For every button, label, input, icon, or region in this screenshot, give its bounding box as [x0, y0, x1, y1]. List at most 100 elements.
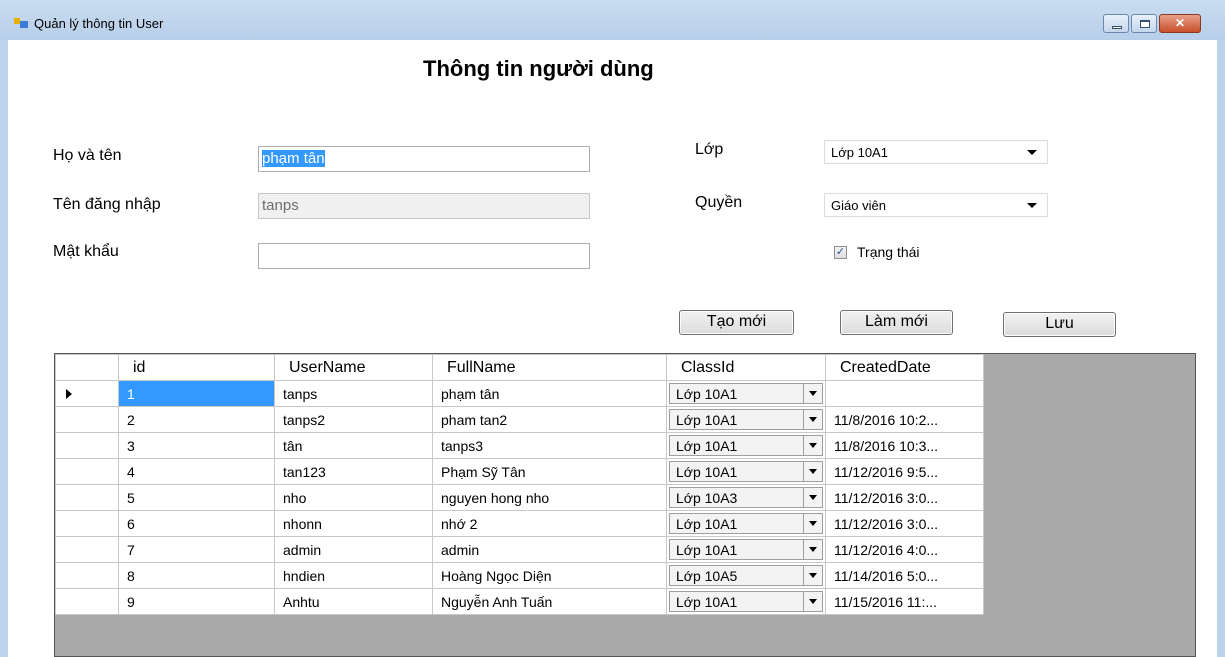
- classid-dropdown[interactable]: Lớp 10A5: [669, 565, 823, 586]
- close-icon: ✕: [1174, 16, 1186, 30]
- chevron-down-icon: [809, 521, 817, 526]
- classid-value: Lớp 10A1: [676, 516, 738, 532]
- column-header-createddate[interactable]: CreatedDate: [825, 354, 984, 381]
- classid-dropdown[interactable]: Lớp 10A1: [669, 461, 823, 482]
- row-header-corner: [55, 354, 119, 381]
- table-row[interactable]: 3 tân tanps3 Lớp 10A1 11/8/2016 10:3...: [55, 432, 984, 459]
- cell-classid[interactable]: Lớp 10A1: [666, 510, 826, 537]
- cell-username[interactable]: tân: [274, 432, 433, 459]
- cell-fullname[interactable]: phạm tân: [432, 380, 667, 407]
- cell-fullname[interactable]: pham tan2: [432, 406, 667, 433]
- row-header[interactable]: [55, 510, 119, 537]
- cell-createddate[interactable]: [825, 380, 984, 407]
- class-select[interactable]: Lớp 10A1: [824, 140, 1048, 164]
- cell-createddate[interactable]: 11/8/2016 10:3...: [825, 432, 984, 459]
- cell-id[interactable]: 5: [118, 484, 275, 511]
- cell-id[interactable]: 6: [118, 510, 275, 537]
- close-button[interactable]: ✕: [1159, 14, 1201, 33]
- column-header-classid[interactable]: ClassId: [666, 354, 826, 381]
- row-header[interactable]: [55, 484, 119, 511]
- users-data-grid[interactable]: id UserName FullName ClassId CreatedDate…: [54, 353, 1196, 657]
- table-row[interactable]: 7 admin admin Lớp 10A1 11/12/2016 4:0...: [55, 536, 984, 563]
- cell-id[interactable]: 4: [118, 458, 275, 485]
- cell-id[interactable]: 7: [118, 536, 275, 563]
- cell-createddate[interactable]: 11/14/2016 5:0...: [825, 562, 984, 589]
- cell-createddate[interactable]: 11/8/2016 10:2...: [825, 406, 984, 433]
- create-button[interactable]: Tạo mới: [679, 310, 794, 335]
- cell-username[interactable]: tan123: [274, 458, 433, 485]
- column-header-fullname[interactable]: FullName: [432, 354, 667, 381]
- cell-createddate[interactable]: 11/12/2016 9:5...: [825, 458, 984, 485]
- form-client-area: Thông tin người dùng Họ và tên phạm tân …: [8, 40, 1217, 657]
- cell-username[interactable]: hndien: [274, 562, 433, 589]
- cell-fullname[interactable]: admin: [432, 536, 667, 563]
- column-header-username[interactable]: UserName: [274, 354, 433, 381]
- cell-username[interactable]: Anhtu: [274, 588, 433, 615]
- cell-username[interactable]: nhonn: [274, 510, 433, 537]
- classid-dropdown[interactable]: Lớp 10A3: [669, 487, 823, 508]
- classid-dropdown[interactable]: Lớp 10A1: [669, 383, 823, 404]
- cell-username[interactable]: nho: [274, 484, 433, 511]
- row-header[interactable]: [55, 588, 119, 615]
- save-button[interactable]: Lưu: [1003, 312, 1116, 337]
- status-checkbox[interactable]: ✓: [834, 246, 847, 259]
- cell-classid[interactable]: Lớp 10A1: [666, 380, 826, 407]
- role-select[interactable]: Giáo viên: [824, 193, 1048, 217]
- cell-id[interactable]: 2: [118, 406, 275, 433]
- cell-fullname[interactable]: nguyen hong nho: [432, 484, 667, 511]
- table-row[interactable]: 5 nho nguyen hong nho Lớp 10A3 11/12/201…: [55, 484, 984, 511]
- cell-createddate[interactable]: 11/15/2016 11:...: [825, 588, 984, 615]
- row-header[interactable]: [55, 406, 119, 433]
- cell-id[interactable]: 8: [118, 562, 275, 589]
- chevron-down-icon: [809, 469, 817, 474]
- cell-username[interactable]: admin: [274, 536, 433, 563]
- cell-classid[interactable]: Lớp 10A5: [666, 562, 826, 589]
- table-row[interactable]: 8 hndien Hoàng Ngọc Diện Lớp 10A5 11/14/…: [55, 562, 984, 589]
- table-row[interactable]: 4 tan123 Phạm Sỹ Tân Lớp 10A1 11/12/2016…: [55, 458, 984, 485]
- cell-classid[interactable]: Lớp 10A1: [666, 588, 826, 615]
- cell-id[interactable]: 9: [118, 588, 275, 615]
- role-label: Quyền: [695, 194, 743, 211]
- cell-fullname[interactable]: Hoàng Ngọc Diện: [432, 562, 667, 589]
- classid-dropdown[interactable]: Lớp 10A1: [669, 539, 823, 560]
- row-header[interactable]: [55, 562, 119, 589]
- cell-classid[interactable]: Lớp 10A1: [666, 406, 826, 433]
- cell-classid[interactable]: Lớp 10A1: [666, 458, 826, 485]
- row-header[interactable]: [55, 458, 119, 485]
- cell-fullname[interactable]: Nguyễn Anh Tuấn: [432, 588, 667, 615]
- maximize-button[interactable]: [1131, 14, 1157, 33]
- cell-fullname[interactable]: nhớ 2: [432, 510, 667, 537]
- maximize-icon: [1140, 20, 1150, 28]
- classid-dropdown[interactable]: Lớp 10A1: [669, 591, 823, 612]
- classid-dropdown[interactable]: Lớp 10A1: [669, 435, 823, 456]
- checkmark-icon: ✓: [835, 246, 846, 258]
- minimize-button[interactable]: [1103, 14, 1129, 33]
- row-header[interactable]: [55, 536, 119, 563]
- cell-username[interactable]: tanps: [274, 380, 433, 407]
- cell-createddate[interactable]: 11/12/2016 3:0...: [825, 484, 984, 511]
- cell-fullname[interactable]: Phạm Sỹ Tân: [432, 458, 667, 485]
- password-input[interactable]: [258, 243, 590, 269]
- title-bar[interactable]: Quản lý thông tin User ✕: [0, 0, 1225, 40]
- classid-dropdown[interactable]: Lớp 10A1: [669, 409, 823, 430]
- cell-id[interactable]: 3: [118, 432, 275, 459]
- classid-dropdown[interactable]: Lớp 10A1: [669, 513, 823, 534]
- cell-classid[interactable]: Lớp 10A3: [666, 484, 826, 511]
- cell-classid[interactable]: Lớp 10A1: [666, 432, 826, 459]
- cell-username[interactable]: tanps2: [274, 406, 433, 433]
- cell-id[interactable]: 1: [118, 380, 275, 407]
- cell-fullname[interactable]: tanps3: [432, 432, 667, 459]
- table-row[interactable]: 6 nhonn nhớ 2 Lớp 10A1 11/12/2016 3:0...: [55, 510, 984, 537]
- table-row[interactable]: 1 tanps phạm tân Lớp 10A1: [55, 380, 984, 407]
- cell-createddate[interactable]: 11/12/2016 4:0...: [825, 536, 984, 563]
- fullname-input[interactable]: phạm tân: [258, 146, 590, 172]
- role-select-value: Giáo viên: [831, 198, 886, 213]
- table-row[interactable]: 9 Anhtu Nguyễn Anh Tuấn Lớp 10A1 11/15/2…: [55, 588, 984, 615]
- cell-classid[interactable]: Lớp 10A1: [666, 536, 826, 563]
- cell-createddate[interactable]: 11/12/2016 3:0...: [825, 510, 984, 537]
- refresh-button[interactable]: Làm mới: [840, 310, 953, 335]
- row-header[interactable]: [55, 432, 119, 459]
- column-header-id[interactable]: id: [118, 354, 275, 381]
- table-row[interactable]: 2 tanps2 pham tan2 Lớp 10A1 11/8/2016 10…: [55, 406, 984, 433]
- row-header[interactable]: [55, 380, 119, 407]
